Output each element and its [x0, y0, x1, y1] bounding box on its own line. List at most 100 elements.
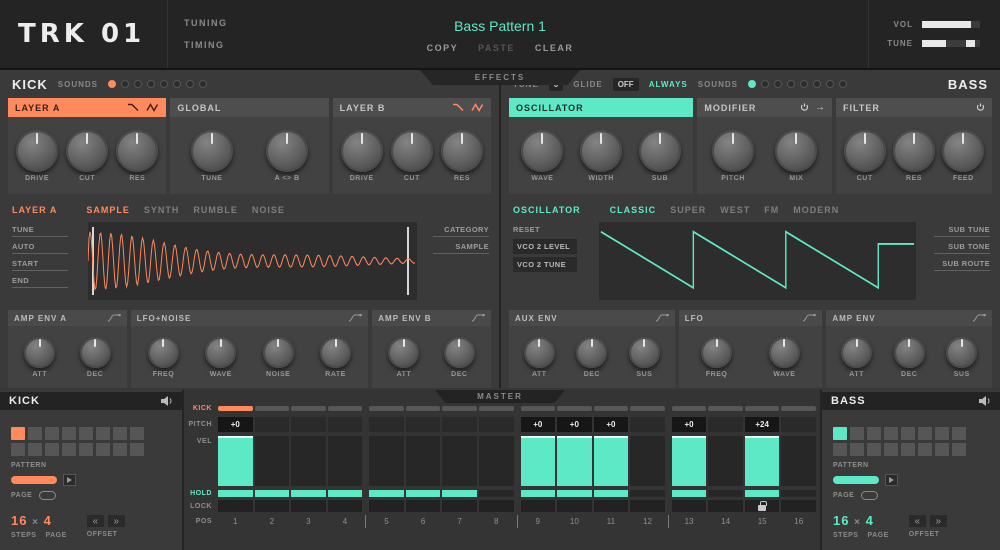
seq-step-hold[interactable]: [520, 490, 556, 497]
seq-step-vel[interactable]: [291, 436, 326, 486]
pattern-cell[interactable]: [113, 443, 127, 456]
seq-step-pitch[interactable]: [327, 417, 363, 432]
editor-tab-modern[interactable]: MODERN: [793, 205, 839, 215]
seq-step-lock[interactable]: [593, 500, 629, 512]
seq-step-vel[interactable]: [254, 436, 290, 486]
param-end[interactable]: END: [12, 276, 68, 288]
lfo-noise-header[interactable]: LFO+NOISE: [130, 310, 369, 326]
sound-slot-dot[interactable]: [799, 80, 808, 88]
knob-cut[interactable]: [390, 129, 433, 172]
param-start[interactable]: START: [12, 259, 68, 271]
pattern-cell[interactable]: [918, 443, 932, 456]
seq-step-lock[interactable]: [478, 500, 514, 512]
knob-freq[interactable]: [147, 336, 179, 368]
power-icon[interactable]: [976, 103, 985, 112]
lfo-header[interactable]: LFO: [678, 310, 823, 326]
knob-dec[interactable]: [576, 336, 608, 368]
seq-step-kick[interactable]: [478, 406, 514, 411]
oscillator-header[interactable]: OSCILLATOR: [509, 98, 694, 117]
knob-sus[interactable]: [628, 336, 660, 368]
param-vco-2-tune[interactable]: VCO 2 TUNE: [513, 257, 577, 272]
knob-cut[interactable]: [843, 129, 886, 172]
seq-step-kick[interactable]: [781, 406, 816, 411]
sound-slot-dot[interactable]: [760, 80, 769, 88]
kick-offset-right-button[interactable]: »: [107, 515, 125, 527]
seq-step-hold[interactable]: [708, 490, 743, 497]
seq-step-vel[interactable]: [218, 436, 253, 486]
glide-always-toggle[interactable]: ALWAYS: [649, 80, 688, 89]
tab-effects[interactable]: EFFECTS: [420, 70, 580, 85]
seq-step-kick[interactable]: [442, 406, 477, 411]
editor-tab-west[interactable]: WEST: [720, 205, 750, 215]
bass-waveform-display[interactable]: [599, 222, 916, 300]
param-sub-tone[interactable]: SUB TONE: [934, 242, 990, 254]
knob-res[interactable]: [440, 129, 483, 172]
filter-header[interactable]: FILTER: [836, 98, 992, 117]
sound-slot-dot[interactable]: [786, 80, 795, 88]
bass-page-loop-icon[interactable]: [861, 491, 879, 500]
seq-step-lock[interactable]: [327, 500, 363, 512]
seq-step-pitch[interactable]: [781, 417, 816, 432]
pattern-name[interactable]: Bass Pattern 1: [454, 18, 546, 34]
seq-step-pitch[interactable]: +0: [557, 417, 592, 432]
sound-slot-dot[interactable]: [825, 80, 834, 88]
pattern-cell[interactable]: [11, 443, 25, 456]
seq-step-pitch[interactable]: +0: [593, 417, 629, 432]
bass-mute-speaker-icon[interactable]: [979, 396, 991, 406]
seq-step-kick[interactable]: [708, 406, 743, 411]
editor-tab-super[interactable]: SUPER: [670, 205, 706, 215]
pattern-cell[interactable]: [850, 443, 864, 456]
seq-step-pitch[interactable]: +24: [744, 417, 780, 432]
pattern-cell[interactable]: [833, 427, 847, 440]
seq-step-pitch[interactable]: +0: [671, 417, 707, 432]
pattern-cell[interactable]: [918, 427, 932, 440]
seq-step-hold[interactable]: [218, 490, 253, 497]
glide-value[interactable]: OFF: [612, 77, 639, 91]
pattern-cell[interactable]: [130, 427, 144, 440]
seq-step-vel[interactable]: [478, 436, 514, 486]
seq-step-pitch[interactable]: [630, 417, 665, 432]
seq-step-kick[interactable]: [291, 406, 326, 411]
pattern-cell[interactable]: [79, 443, 93, 456]
knob-res[interactable]: [893, 129, 935, 172]
sound-slot-dot[interactable]: [186, 80, 195, 88]
seq-step-vel[interactable]: [781, 436, 816, 486]
pattern-cell[interactable]: [952, 427, 966, 440]
seq-step-kick[interactable]: [593, 406, 629, 411]
knob-width[interactable]: [580, 129, 623, 172]
layer-b-header[interactable]: LAYER B: [332, 98, 491, 117]
bass-page-value[interactable]: 4: [866, 513, 874, 528]
seq-step-vel[interactable]: [630, 436, 665, 486]
seq-step-vel[interactable]: [442, 436, 477, 486]
pattern-cell[interactable]: [884, 427, 898, 440]
knob-wave[interactable]: [521, 129, 564, 172]
sound-slot-dot[interactable]: [838, 80, 847, 88]
knob-sus[interactable]: [946, 336, 978, 368]
seq-step-lock[interactable]: [291, 500, 326, 512]
knob-att[interactable]: [24, 336, 56, 368]
pattern-cell[interactable]: [62, 427, 76, 440]
seq-step-vel[interactable]: [327, 436, 363, 486]
power-icon[interactable]: [800, 103, 809, 112]
bass-offset-left-button[interactable]: «: [908, 515, 926, 527]
amp-env-b-header[interactable]: AMP ENV B: [372, 310, 491, 326]
seq-step-hold[interactable]: [744, 490, 780, 497]
kick-page-value[interactable]: 4: [44, 513, 52, 528]
seq-step-pitch[interactable]: [291, 417, 326, 432]
seq-step-vel[interactable]: [708, 436, 743, 486]
sound-slot-dot[interactable]: [773, 80, 782, 88]
pattern-cell[interactable]: [952, 443, 966, 456]
seq-step-kick[interactable]: [218, 406, 253, 411]
pattern-cell[interactable]: [867, 443, 881, 456]
seq-step-lock[interactable]: [218, 500, 253, 512]
seq-step-lock[interactable]: [520, 500, 556, 512]
knob-rate[interactable]: [320, 336, 352, 368]
pattern-cell[interactable]: [850, 427, 864, 440]
sound-slot-dot[interactable]: [160, 80, 169, 88]
kick-page-loop-icon[interactable]: [39, 491, 57, 500]
knob-sub[interactable]: [638, 129, 681, 172]
knob-tune[interactable]: [190, 129, 233, 172]
knob-a-b[interactable]: [266, 129, 309, 172]
seq-step-kick[interactable]: [630, 406, 665, 411]
knob-drive[interactable]: [340, 129, 383, 172]
